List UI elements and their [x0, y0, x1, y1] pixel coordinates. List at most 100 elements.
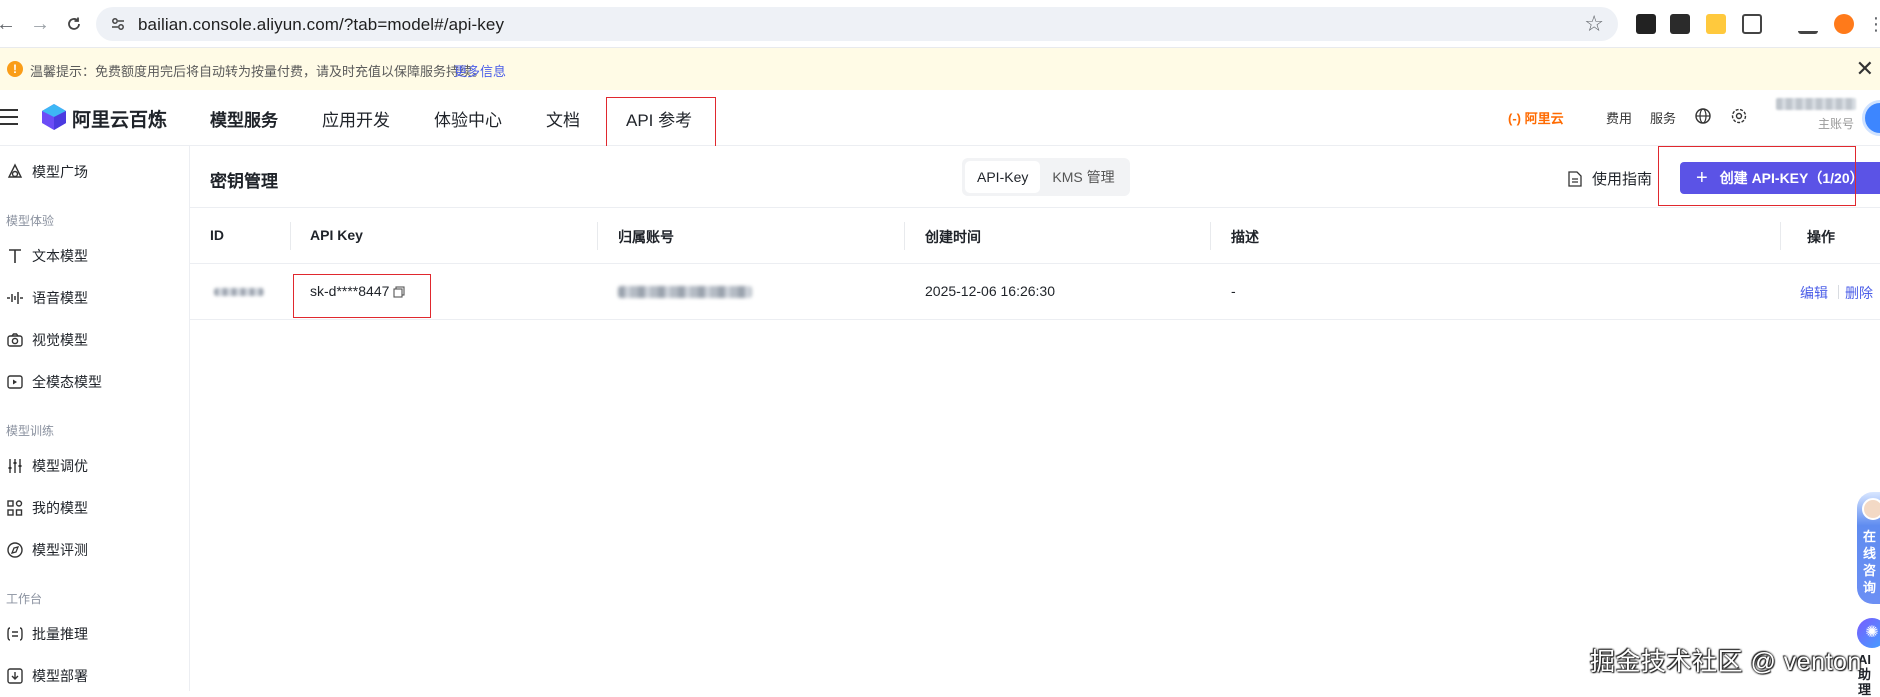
- grid-shapes-icon: [7, 500, 23, 516]
- account-info[interactable]: 主账号: [1776, 98, 1856, 132]
- aliyun-logo[interactable]: (-) 阿里云: [1508, 108, 1564, 127]
- id-blurred: [214, 288, 264, 296]
- nav-experience-center[interactable]: 体验中心: [434, 106, 502, 131]
- column-divider: [904, 222, 905, 250]
- sidebar-item-label: 批量推理: [32, 626, 88, 642]
- key-type-segmented-control: API-Key KMS 管理: [962, 158, 1130, 196]
- sidebar-group-label: 模型训练: [6, 424, 55, 438]
- nav-model-service[interactable]: 模型服务: [210, 106, 278, 131]
- list-brackets-icon: [7, 627, 23, 641]
- sidebar-item-label: 模型调优: [32, 458, 88, 474]
- brand-name: 阿里云百炼: [72, 110, 168, 131]
- profile-avatar-icon[interactable]: [1834, 14, 1854, 34]
- sidebar-item-model-evaluation[interactable]: 模型评测: [0, 529, 190, 571]
- extensions-puzzle-icon[interactable]: [1742, 14, 1762, 34]
- browser-toolbar: ← → bailian.console.aliyun.com/?tab=mode…: [0, 0, 1880, 48]
- notice-text: 温馨提示：免费额度用完后将自动转为按量付费，请及时充值以保障服务持续。: [30, 64, 486, 79]
- sidebar-group-label: 模型体验: [6, 214, 55, 228]
- online-consult-widget[interactable]: 在线咨询: [1857, 492, 1880, 604]
- account-name-blurred: [1776, 98, 1856, 110]
- extension-icon[interactable]: [1636, 14, 1656, 34]
- nav-docs[interactable]: 文档: [546, 106, 580, 131]
- menu-icon[interactable]: [0, 109, 18, 125]
- sidebar-item-text-model[interactable]: 文本模型: [0, 235, 190, 277]
- deploy-download-icon: [7, 668, 23, 684]
- sidebar-item-vision-model[interactable]: 视觉模型: [0, 319, 190, 361]
- document-icon: [1568, 170, 1582, 187]
- url-text: bailian.console.aliyun.com/?tab=model#/a…: [138, 15, 505, 34]
- column-header-actions: 操作: [1807, 229, 1835, 245]
- extension-icon[interactable]: [1670, 14, 1690, 34]
- nav-app-development[interactable]: 应用开发: [322, 106, 390, 131]
- main-content: 密钥管理 API-Key KMS 管理 使用指南 + 创建 API-KEY（1/…: [190, 146, 1880, 691]
- column-header-created: 创建时间: [925, 229, 981, 245]
- column-header-api-key: API Key: [310, 227, 363, 243]
- video-play-icon: [7, 375, 23, 389]
- highlight-box-create-button: [1658, 146, 1856, 206]
- highlight-box-api-key: [293, 274, 431, 318]
- camera-icon: [7, 333, 23, 347]
- sidebar-item-model-square[interactable]: 模型广场: [0, 151, 190, 193]
- usage-guide-link[interactable]: 使用指南: [1568, 168, 1652, 189]
- api-key-table: ID API Key 归属账号 创建时间 描述 操作 sk-d****8447 …: [190, 208, 1880, 320]
- browser-menu-icon[interactable]: ⋮: [1864, 12, 1880, 36]
- account-role: 主账号: [1818, 117, 1855, 131]
- back-arrow-icon[interactable]: ←: [0, 12, 18, 36]
- column-divider: [1780, 222, 1781, 250]
- sidebar-item-model-tuning[interactable]: 模型调优: [0, 445, 190, 487]
- notice-more-link[interactable]: 更多信息: [454, 61, 506, 80]
- sidebar-item-label: 视觉模型: [32, 332, 88, 348]
- sidebar-item-label: 模型广场: [32, 164, 88, 180]
- sidebar-item-batch-inference[interactable]: 批量推理: [0, 613, 190, 655]
- top-navigation: 阿里云百炼 模型服务 应用开发 体验中心 文档 API 参考 (-) 阿里云 费…: [0, 90, 1880, 149]
- site-info-icon[interactable]: [110, 16, 126, 32]
- tab-api-key[interactable]: API-Key: [965, 161, 1041, 193]
- column-header-id: ID: [210, 227, 224, 243]
- edit-link[interactable]: 编辑: [1800, 283, 1828, 303]
- account-blurred: [618, 286, 752, 298]
- sidebar: 模型广场 模型体验 文本模型 语音模型 视觉模型 全模态模型 模型训练 模型调优…: [0, 146, 190, 691]
- sidebar-item-label: 模型评测: [32, 542, 88, 558]
- settings-gear-icon[interactable]: [1730, 107, 1748, 125]
- description-value: -: [1231, 283, 1236, 299]
- compass-icon: [7, 542, 23, 558]
- sidebar-item-label: 模型部署: [32, 668, 88, 684]
- sidebar-item-label: 我的模型: [32, 500, 88, 516]
- sidebar-item-label: 文本模型: [32, 248, 88, 264]
- column-header-description: 描述: [1231, 229, 1259, 245]
- consult-label: 在线咨询: [1863, 529, 1877, 595]
- agent-avatar: [1862, 498, 1880, 520]
- waveform-icon: [7, 292, 23, 304]
- column-header-account: 归属账号: [618, 229, 674, 245]
- bailian-logo-icon: [42, 104, 66, 130]
- table-row: sk-d****8447 2025-12-06 16:26:30 - 编辑 删除: [190, 264, 1880, 320]
- forward-arrow-icon[interactable]: →: [28, 12, 52, 36]
- action-divider: [1838, 285, 1839, 299]
- nav-billing[interactable]: 费用: [1606, 108, 1632, 127]
- tab-kms[interactable]: KMS 管理: [1040, 161, 1126, 193]
- created-time: 2025-12-06 16:26:30: [925, 283, 1055, 299]
- highlight-box-api-reference: [606, 97, 716, 149]
- reading-list-icon[interactable]: [1798, 14, 1818, 34]
- address-bar[interactable]: bailian.console.aliyun.com/?tab=model#/a…: [96, 7, 1618, 41]
- bookmark-star-icon[interactable]: ☆: [1584, 11, 1604, 37]
- sliders-icon: [8, 459, 22, 473]
- sidebar-item-my-models[interactable]: 我的模型: [0, 487, 190, 529]
- page-header: 密钥管理 API-Key KMS 管理 使用指南 + 创建 API-KEY（1/…: [190, 146, 1880, 208]
- column-divider: [1210, 222, 1211, 250]
- notice-banner: ! 温馨提示：免费额度用完后将自动转为按量付费，请及时充值以保障服务持续。 更多…: [0, 48, 1880, 90]
- reload-icon[interactable]: [62, 12, 86, 36]
- extension-icon[interactable]: [1706, 14, 1726, 34]
- sidebar-item-voice-model[interactable]: 语音模型: [0, 277, 190, 319]
- delete-link[interactable]: 删除: [1845, 283, 1873, 303]
- page-title: 密钥管理: [210, 172, 278, 191]
- avatar[interactable]: [1862, 100, 1880, 136]
- sidebar-item-label: 语音模型: [32, 290, 88, 306]
- close-icon[interactable]: ✕: [1856, 56, 1874, 82]
- globe-icon[interactable]: [1694, 107, 1712, 125]
- nav-services[interactable]: 服务: [1650, 108, 1676, 127]
- usage-guide-label: 使用指南: [1592, 171, 1653, 188]
- table-header: ID API Key 归属账号 创建时间 描述 操作: [190, 208, 1880, 264]
- sidebar-item-omni-model[interactable]: 全模态模型: [0, 361, 190, 403]
- column-divider: [290, 222, 291, 250]
